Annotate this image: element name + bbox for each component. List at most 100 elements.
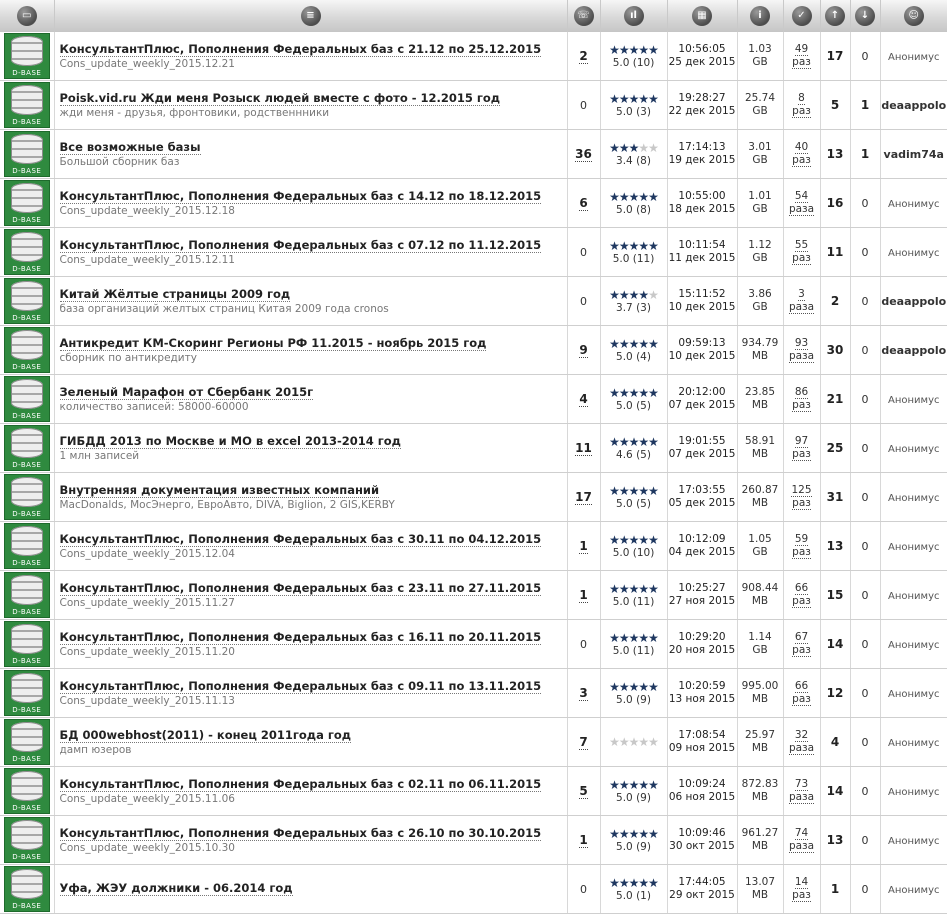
category-cell[interactable]: D-BASE	[0, 766, 55, 816]
database-icon[interactable]: D-BASE	[3, 327, 50, 373]
author-cell[interactable]: Анонимус	[880, 668, 947, 718]
author-name[interactable]: vadim74a	[884, 148, 944, 161]
table-row[interactable]: D-BASE КонсультантПлюс, Пополнения Федер…	[0, 521, 947, 571]
downloads-icon[interactable]: ✓	[791, 6, 812, 26]
download-unit[interactable]: раза	[788, 791, 815, 804]
comments-cell[interactable]: 3	[567, 668, 601, 718]
category-cell[interactable]: D-BASE	[0, 129, 55, 179]
torrent-title-link[interactable]: Уфа, ЖЭУ должники - 06.2014 год	[59, 881, 293, 896]
comments-count[interactable]: 0	[580, 883, 587, 896]
author-name[interactable]: Анонимус	[888, 885, 940, 896]
comments-cell[interactable]: 0	[567, 619, 601, 669]
torrent-title-link[interactable]: КонсультантПлюс, Пополнения Федеральных …	[59, 630, 542, 645]
table-row[interactable]: D-BASE Уфа, ЖЭУ должники - 06.2014 год 0…	[0, 864, 947, 914]
author-cell[interactable]: Анонимус	[880, 815, 947, 865]
comments-cell[interactable]: 17	[567, 472, 601, 522]
author-cell[interactable]: deaappolo	[880, 325, 947, 375]
downloads-cell[interactable]: 55 раз	[783, 227, 821, 277]
download-count[interactable]: 93	[794, 337, 809, 350]
comments-count[interactable]: 0	[580, 295, 587, 308]
table-row[interactable]: D-BASE КонсультантПлюс, Пополнения Федер…	[0, 815, 947, 865]
author-cell[interactable]: Анонимус	[880, 717, 947, 767]
author-cell[interactable]: deaappolo	[880, 276, 947, 326]
table-row[interactable]: D-BASE Китай Жёлтые страницы 2009 год ба…	[0, 276, 947, 326]
comments-count[interactable]: 17	[575, 490, 592, 505]
database-icon[interactable]: D-BASE	[3, 572, 50, 618]
author-name[interactable]: Анонимус	[888, 640, 940, 651]
download-unit[interactable]: раза	[788, 301, 815, 314]
database-icon[interactable]: D-BASE	[3, 425, 50, 471]
download-count[interactable]: 40	[794, 141, 809, 154]
header-cell-info[interactable]: i	[737, 0, 784, 32]
torrent-title-link[interactable]: КонсультантПлюс, Пополнения Федеральных …	[59, 777, 542, 792]
table-row[interactable]: D-BASE КонсультантПлюс, Пополнения Федер…	[0, 570, 947, 620]
comments-count[interactable]: 0	[580, 99, 587, 112]
category-cell[interactable]: D-BASE	[0, 570, 55, 620]
table-row[interactable]: D-BASE КонсультантПлюс, Пополнения Федер…	[0, 766, 947, 816]
table-row[interactable]: D-BASE Зеленый Марафон от Сбербанк 2015г…	[0, 374, 947, 424]
comments-cell[interactable]: 0	[567, 864, 601, 914]
author-name[interactable]: Анонимус	[888, 493, 940, 504]
database-icon[interactable]: D-BASE	[3, 719, 50, 765]
author-cell[interactable]: Анонимус	[880, 227, 947, 277]
category-cell[interactable]: D-BASE	[0, 423, 55, 473]
download-unit[interactable]: раз	[792, 105, 811, 118]
downloads-cell[interactable]: 40 раз	[783, 129, 821, 179]
database-icon[interactable]: D-BASE	[3, 33, 50, 79]
comments-cell[interactable]: 4	[567, 374, 601, 424]
category-cell[interactable]: D-BASE	[0, 472, 55, 522]
comments-count[interactable]: 7	[579, 735, 588, 750]
author-cell[interactable]: Анонимус	[880, 864, 947, 914]
author-name[interactable]: deaappolo	[881, 99, 946, 112]
torrent-title-link[interactable]: Все возможные базы	[59, 140, 201, 155]
download-unit[interactable]: раз	[792, 595, 811, 608]
table-row[interactable]: D-BASE Все возможные базы Большой сборни…	[0, 129, 947, 179]
download-unit[interactable]: раза	[788, 350, 815, 363]
download-count[interactable]: 3	[798, 288, 805, 301]
author-name[interactable]: Анонимус	[888, 395, 940, 406]
database-icon[interactable]: D-BASE	[3, 131, 50, 177]
comments-count[interactable]: 0	[580, 246, 587, 259]
downloads-cell[interactable]: 32 раза	[783, 717, 821, 767]
torrent-title-link[interactable]: Антикредит КМ-Скоринг Регионы РФ 11.2015…	[59, 336, 487, 351]
author-name[interactable]: Анонимус	[888, 52, 940, 63]
download-count[interactable]: 97	[794, 435, 809, 448]
info-icon[interactable]: i	[750, 6, 770, 26]
comments-cell[interactable]: 1	[567, 815, 601, 865]
author-name[interactable]: Анонимус	[888, 787, 940, 798]
comments-count[interactable]: 1	[579, 588, 588, 603]
download-count[interactable]: 59	[794, 533, 809, 546]
category-cell[interactable]: D-BASE	[0, 32, 55, 81]
document-icon[interactable]: ≡	[300, 6, 321, 26]
header-cell-leechers[interactable]: ↓	[850, 0, 881, 32]
downloads-cell[interactable]: 8 раз	[783, 80, 821, 130]
database-icon[interactable]: D-BASE	[3, 768, 50, 814]
table-row[interactable]: D-BASE КонсультантПлюс, Пополнения Федер…	[0, 619, 947, 669]
comments-count[interactable]: 9	[579, 343, 588, 358]
comments-cell[interactable]: 7	[567, 717, 601, 767]
author-name[interactable]: Анонимус	[888, 591, 940, 602]
download-unit[interactable]: раз	[792, 644, 811, 657]
comments-cell[interactable]: 36	[567, 129, 601, 179]
category-cell[interactable]: D-BASE	[0, 325, 55, 375]
database-icon[interactable]: D-BASE	[3, 376, 50, 422]
author-name[interactable]: Анонимус	[888, 199, 940, 210]
download-unit[interactable]: раз	[792, 693, 811, 706]
comments-count[interactable]: 6	[579, 196, 588, 211]
downloads-cell[interactable]: 14 раз	[783, 864, 821, 914]
download-unit[interactable]: раз	[792, 56, 811, 69]
comments-cell[interactable]: 5	[567, 766, 601, 816]
download-count[interactable]: 74	[794, 827, 809, 840]
author-cell[interactable]: deaappolo	[880, 80, 947, 130]
comments-count[interactable]: 11	[575, 441, 592, 456]
header-cell-folder[interactable]: ▭	[0, 0, 55, 32]
downloads-cell[interactable]: 59 раз	[783, 521, 821, 571]
category-cell[interactable]: D-BASE	[0, 717, 55, 767]
author-name[interactable]: deaappolo	[881, 344, 946, 357]
downloads-cell[interactable]: 66 раз	[783, 668, 821, 718]
torrent-title-link[interactable]: КонсультантПлюс, Пополнения Федеральных …	[59, 826, 542, 841]
download-count[interactable]: 86	[794, 386, 809, 399]
download-count[interactable]: 32	[794, 729, 809, 742]
database-icon[interactable]: D-BASE	[3, 523, 50, 569]
category-cell[interactable]: D-BASE	[0, 521, 55, 571]
